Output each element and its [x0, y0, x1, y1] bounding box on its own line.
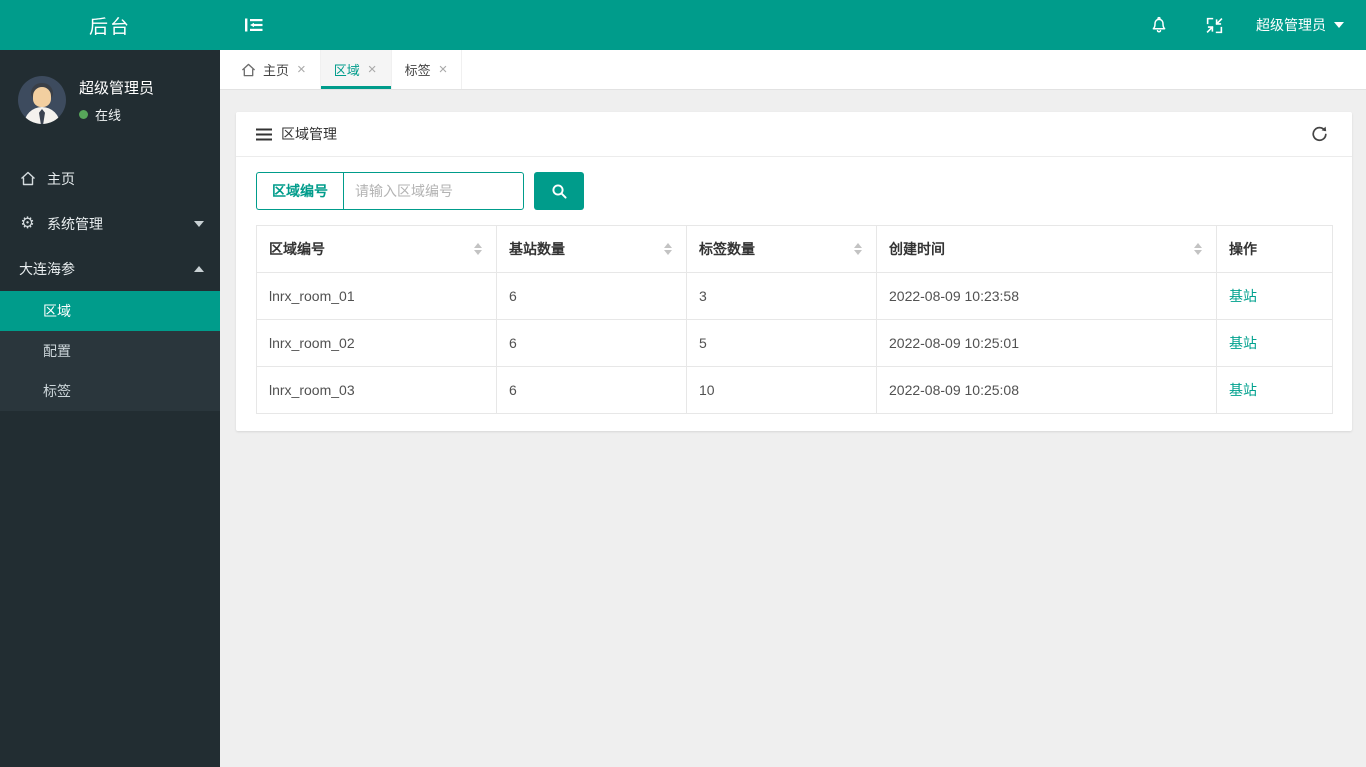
search-button[interactable] — [534, 172, 584, 210]
refresh-icon[interactable] — [1307, 122, 1332, 147]
tab-home[interactable]: 主页 × — [228, 50, 321, 89]
cell-stations: 6 — [496, 319, 687, 367]
sidebar-item-label: 系统管理 — [47, 215, 103, 232]
search-field-label: 区域编号 — [256, 172, 343, 210]
close-icon[interactable]: × — [296, 62, 307, 77]
sort-icon — [854, 243, 864, 255]
sidebar-submenu: 区域 配置 标签 — [0, 291, 220, 411]
main-area: 主页 × 区域 × 标签 × 区域管理 区域编号 请输入区域编号 区域编号 基站… — [220, 50, 1366, 767]
col-header-actions: 操作 — [1216, 225, 1333, 273]
sidebar-subitem-config[interactable]: 配置 — [0, 331, 220, 371]
sort-icon — [664, 243, 674, 255]
sidebar-item-label: 主页 — [47, 170, 75, 187]
top-header: 后台 超级管理员 — [0, 0, 1366, 50]
avatar — [18, 76, 66, 124]
cell-area-id: lnrx_room_01 — [256, 272, 497, 320]
cell-area-id: lnrx_room_02 — [256, 319, 497, 367]
col-header-created[interactable]: 创建时间 — [876, 225, 1217, 273]
sidebar-subitem-label: 配置 — [43, 343, 71, 359]
sort-icon — [1194, 243, 1204, 255]
sidebar-item-label: 大连海参 — [19, 260, 75, 277]
list-icon — [256, 128, 272, 140]
sidebar-menu: 主页 系统管理 大连海参 区域 配置 标签 — [0, 156, 220, 411]
close-icon[interactable]: × — [438, 62, 449, 77]
area-management-panel: 区域管理 区域编号 请输入区域编号 区域编号 基站数量 标签数量 创建时间 操作… — [236, 112, 1352, 431]
panel-body: 区域编号 请输入区域编号 区域编号 基站数量 标签数量 创建时间 操作 lnrx… — [236, 157, 1352, 431]
panel-header: 区域管理 — [236, 112, 1352, 157]
topbar-right: 超级管理员 — [1145, 11, 1344, 39]
exit-fullscreen-icon[interactable] — [1201, 12, 1228, 39]
tab-label: 区域 — [333, 63, 360, 78]
user-meta: 超级管理员 在线 — [79, 77, 154, 124]
user-menu[interactable]: 超级管理员 — [1256, 15, 1344, 35]
cell-stations: 6 — [496, 366, 687, 414]
area-table: 区域编号 基站数量 标签数量 创建时间 操作 lnrx_room_01 6 3 … — [256, 225, 1333, 414]
tab-bar: 主页 × 区域 × 标签 × — [220, 50, 1366, 90]
chevron-up-icon — [194, 265, 204, 272]
notifications-bell-icon[interactable] — [1145, 11, 1173, 39]
chevron-down-icon — [194, 220, 204, 227]
app-logo[interactable]: 后台 — [0, 0, 220, 50]
base-station-link[interactable]: 基站 — [1229, 335, 1257, 351]
table-row: lnrx_room_02 6 5 2022-08-09 10:25:01 基站 — [256, 319, 1333, 367]
sidebar-item-home[interactable]: 主页 — [0, 156, 220, 201]
tab-area[interactable]: 区域 × — [320, 50, 392, 89]
online-status-label: 在线 — [95, 107, 122, 123]
user-status: 在线 — [79, 105, 154, 124]
home-icon — [241, 63, 256, 77]
col-header-stations[interactable]: 基站数量 — [496, 225, 687, 273]
cell-tags: 3 — [686, 272, 877, 320]
user-menu-label: 超级管理员 — [1256, 17, 1326, 33]
sidebar-subitem-tags[interactable]: 标签 — [0, 371, 220, 411]
sidebar: 超级管理员 在线 主页 系统管理 — [0, 50, 220, 767]
table-header-row: 区域编号 基站数量 标签数量 创建时间 操作 — [256, 225, 1333, 273]
base-station-link[interactable]: 基站 — [1229, 288, 1257, 304]
cell-area-id: lnrx_room_03 — [256, 366, 497, 414]
gear-icon — [19, 216, 36, 232]
cell-created: 2022-08-09 10:25:08 — [876, 366, 1217, 414]
cell-tags: 10 — [686, 366, 877, 414]
cell-created: 2022-08-09 10:23:58 — [876, 272, 1217, 320]
col-header-area-id[interactable]: 区域编号 — [256, 225, 497, 273]
chevron-down-icon — [1334, 22, 1344, 28]
table-row: lnrx_room_01 6 3 2022-08-09 10:23:58 基站 — [256, 272, 1333, 320]
user-panel: 超级管理员 在线 — [0, 50, 220, 148]
base-station-link[interactable]: 基站 — [1229, 382, 1257, 398]
online-status-dot — [79, 109, 88, 119]
cell-created: 2022-08-09 10:25:01 — [876, 319, 1217, 367]
sidebar-toggle-icon[interactable] — [238, 10, 270, 40]
search-icon — [551, 183, 568, 200]
app-root: 后台 超级管理员 超级管理员 在线 主页 ⚙ 系统管理 大连海参 区域 配置 标… — [0, 0, 1366, 767]
tab-tags[interactable]: 标签 × — [392, 50, 463, 89]
area-id-search-input[interactable] — [343, 172, 524, 210]
sidebar-subitem-label: 区域 — [43, 303, 71, 319]
col-header-tags[interactable]: 标签数量 — [686, 225, 877, 273]
tab-label: 主页 — [263, 63, 290, 78]
tab-label: 标签 — [404, 63, 431, 78]
user-name: 超级管理员 — [79, 79, 155, 97]
close-icon[interactable]: × — [367, 62, 378, 77]
sort-icon — [474, 243, 484, 255]
content-area: 区域管理 区域编号 请输入区域编号 区域编号 基站数量 标签数量 创建时间 操作… — [220, 90, 1366, 767]
sidebar-item-dalian[interactable]: 大连海参 — [0, 246, 220, 291]
table-row: lnrx_room_03 6 10 2022-08-09 10:25:08 基站 — [256, 366, 1333, 414]
home-icon — [19, 171, 36, 186]
search-row: 区域编号 — [256, 172, 1332, 210]
sidebar-item-system[interactable]: 系统管理 — [0, 201, 220, 246]
cell-stations: 6 — [496, 272, 687, 320]
topbar-main: 超级管理员 — [220, 0, 1366, 50]
cell-tags: 5 — [686, 319, 877, 367]
sidebar-subitem-label: 标签 — [43, 383, 71, 399]
sidebar-subitem-area[interactable]: 区域 — [0, 291, 220, 331]
panel-title: 区域管理 — [281, 126, 337, 142]
